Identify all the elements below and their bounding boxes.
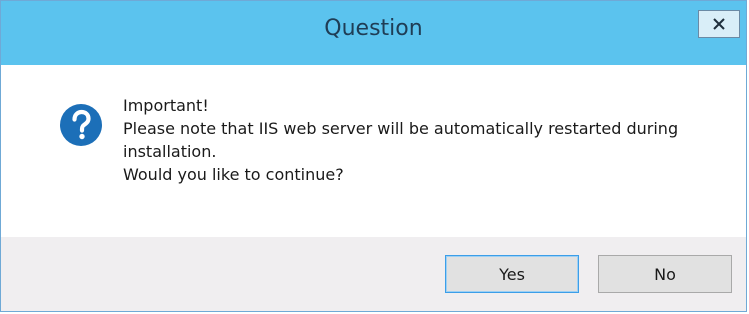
message-line-heading: Important!	[123, 96, 209, 115]
dialog-content: Important! Please note that IIS web serv…	[1, 65, 746, 237]
no-button[interactable]: No	[598, 255, 732, 293]
title-bar[interactable]: Question	[1, 1, 746, 65]
message-line-note: Please note that IIS web server will be …	[123, 119, 679, 138]
message-line-note-cont: installation.	[123, 142, 217, 161]
question-icon	[59, 103, 103, 147]
message-line-question: Would you like to continue?	[123, 165, 344, 184]
dialog-title: Question	[324, 16, 423, 41]
message-text: Important! Please note that IIS web serv…	[123, 94, 723, 186]
close-icon	[712, 17, 726, 31]
question-dialog: Question Important! Please note that IIS…	[0, 0, 747, 312]
close-button[interactable]	[698, 10, 740, 38]
button-bar: Yes No	[1, 237, 746, 311]
yes-button[interactable]: Yes	[445, 255, 579, 293]
